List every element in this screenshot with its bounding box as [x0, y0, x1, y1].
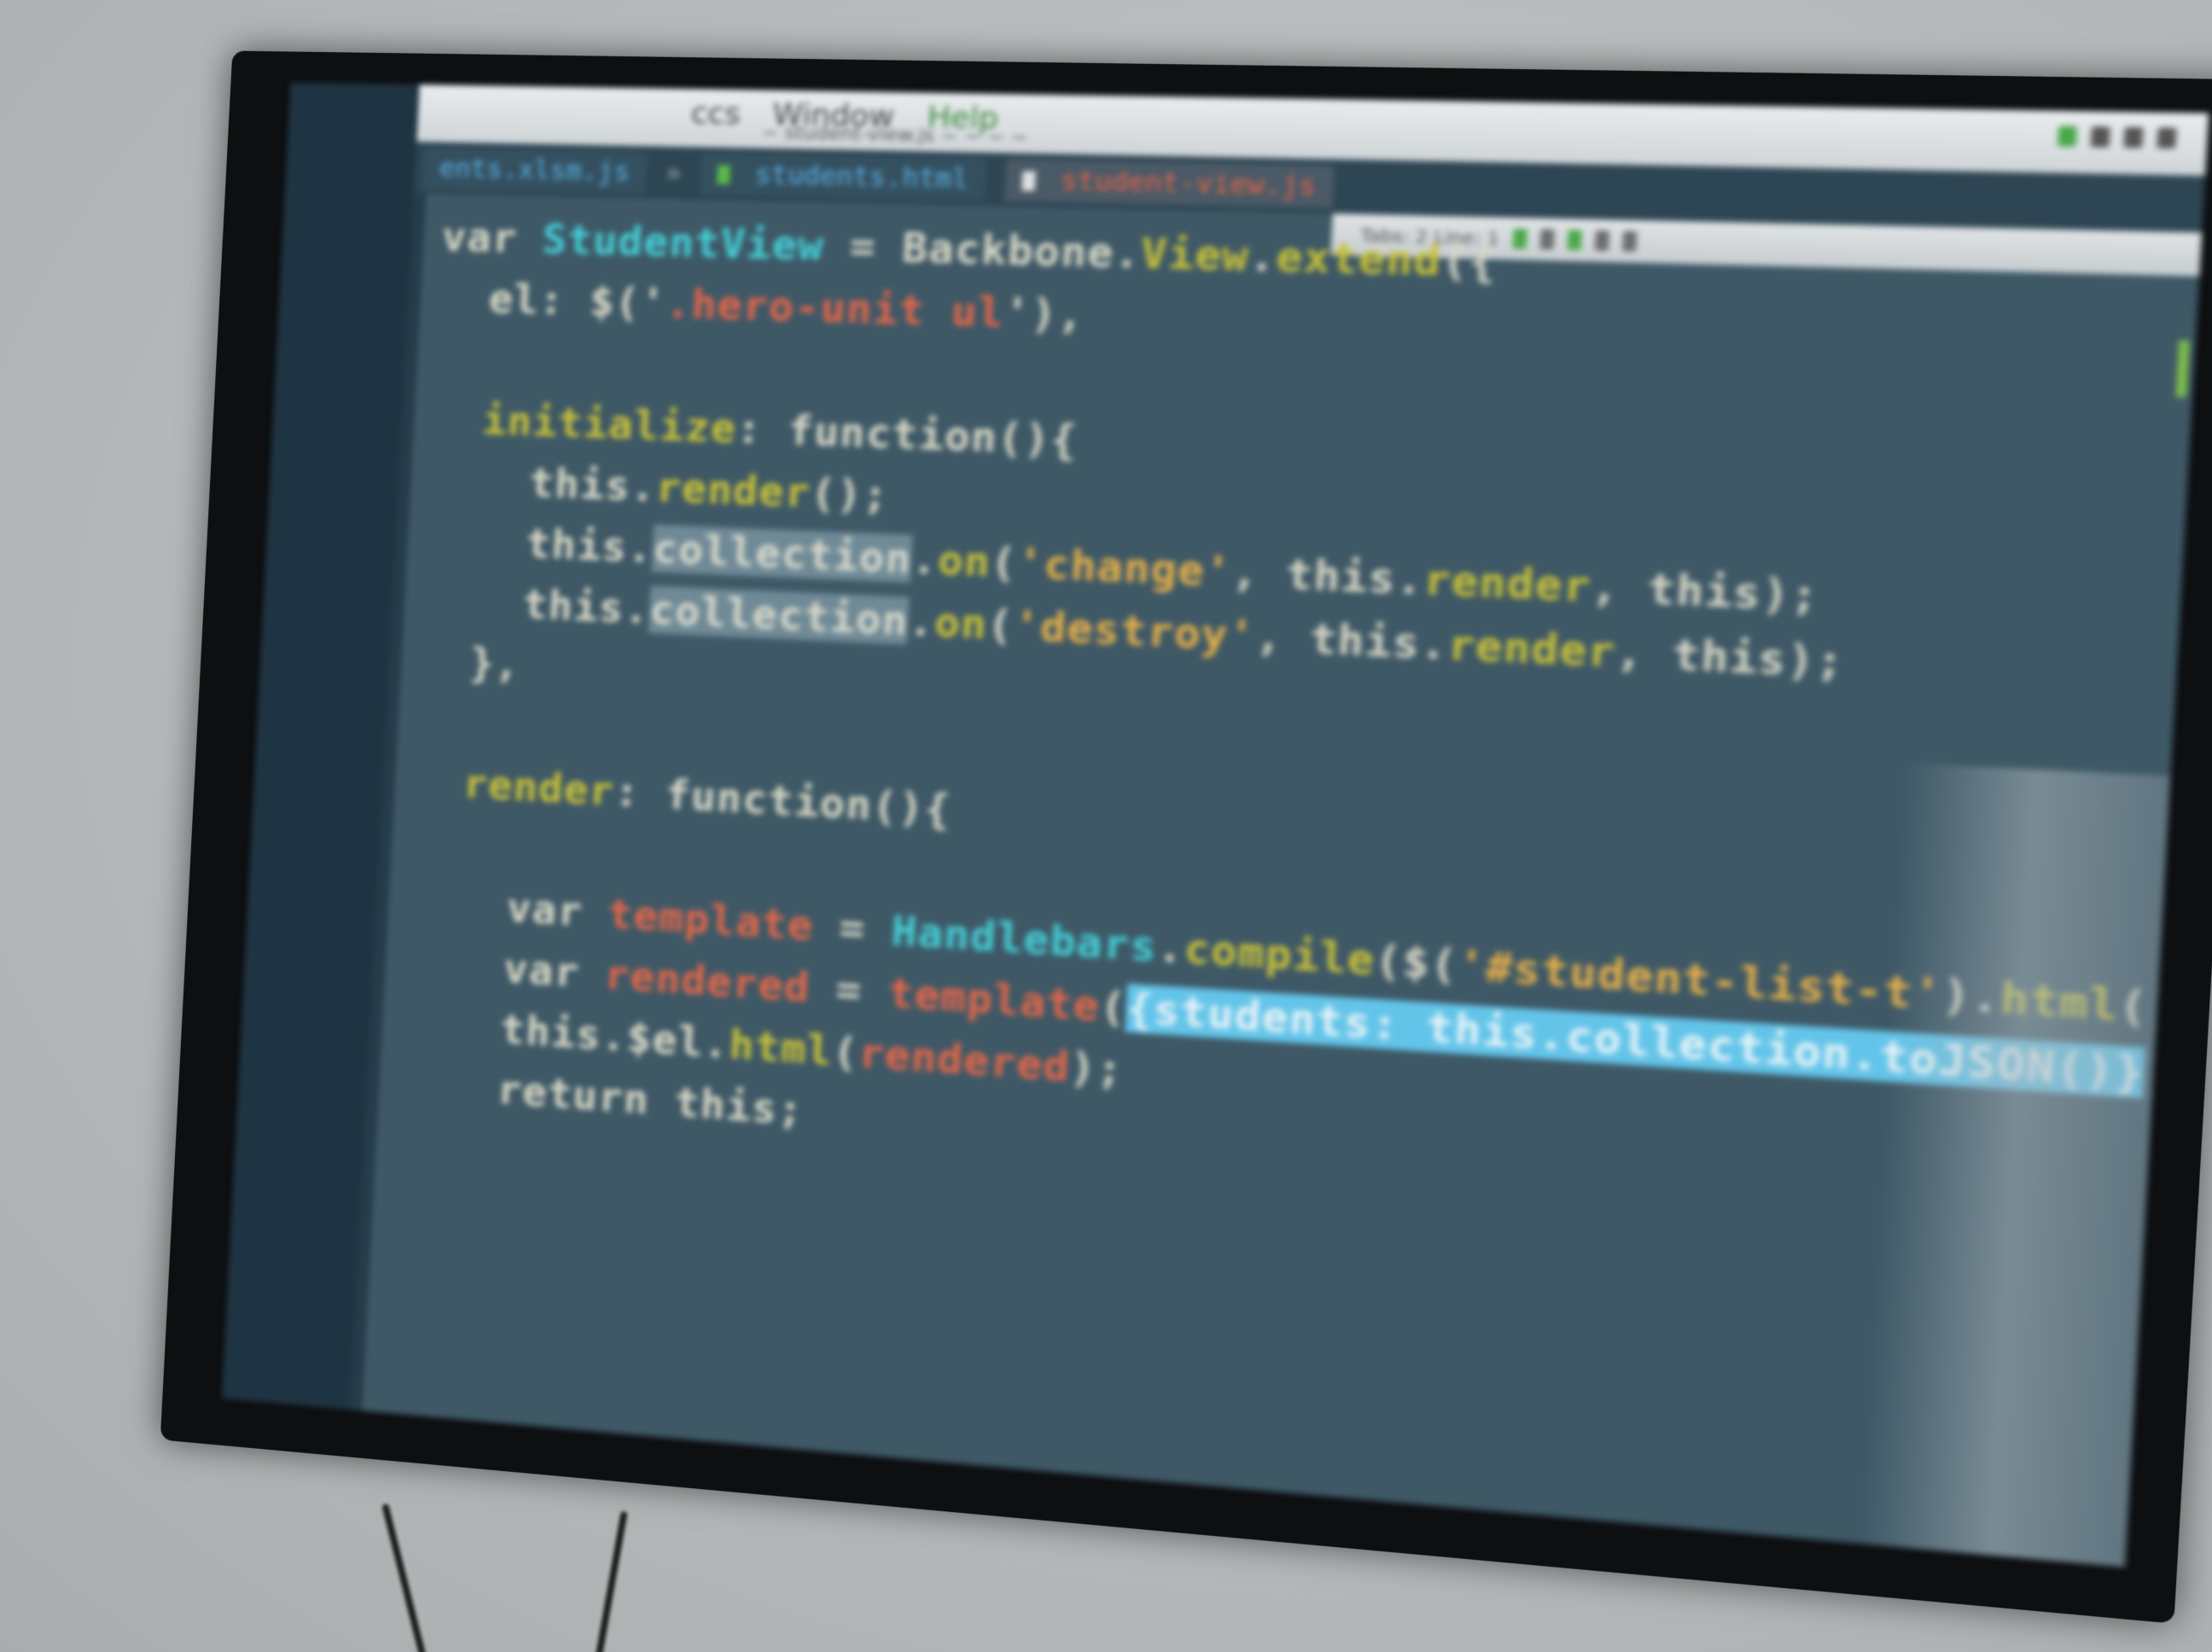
photo-scene: ccs Window Help ~ student-view.js ~ ~ ~ … — [0, 0, 2212, 1652]
tv-cable — [594, 1510, 628, 1652]
code-token: , this); — [1614, 627, 1846, 688]
code-token: html — [728, 1020, 835, 1075]
code-token: : function(){ — [735, 404, 1079, 465]
code-token: this. — [422, 576, 651, 633]
code-token: .hero-unit ul — [664, 279, 1006, 337]
code-token: ( — [831, 1027, 860, 1077]
code-token: collection — [651, 524, 913, 583]
code-token: this. — [428, 455, 658, 511]
code-token: , this. — [1254, 611, 1450, 670]
code-token: ($( — [1373, 935, 1459, 990]
code-token: this. — [424, 515, 655, 573]
code-token: View — [1139, 229, 1251, 281]
tray-icon[interactable] — [2123, 126, 2144, 148]
screen-glare — [1855, 763, 2171, 1568]
code-token: collection — [648, 585, 910, 645]
tab-label: ents.xlsm.js — [439, 153, 631, 188]
code-token: '), — [1003, 288, 1086, 340]
code-token: ( — [1098, 981, 1128, 1032]
code-token: , this); — [1589, 561, 1821, 621]
tab-separator: » — [664, 157, 683, 189]
code-token: , this. — [1230, 547, 1425, 605]
code-token: rendered — [603, 951, 812, 1012]
code-token: render — [411, 757, 616, 816]
code-token: = Backbone. — [822, 222, 1143, 278]
code-token: template — [887, 969, 1102, 1031]
tv-cable — [381, 1503, 428, 1652]
tray-icon[interactable] — [2157, 127, 2177, 149]
code-token: template — [606, 889, 815, 950]
code-token: . — [1248, 231, 1278, 282]
code-token: 'change' — [1016, 538, 1234, 596]
tab-label: students.html — [754, 159, 969, 195]
code-token: ( — [986, 600, 1016, 650]
code-token: render — [1422, 555, 1593, 612]
code-token: = — [808, 963, 890, 1017]
tab-students-html[interactable]: students.html — [700, 153, 987, 201]
code-token: ( — [989, 538, 1019, 588]
code-token: on — [933, 597, 989, 649]
tab-student-view-js[interactable]: student-view.js — [1004, 158, 1335, 208]
code-token: var — [440, 212, 544, 263]
scroll-indicator[interactable] — [2175, 340, 2190, 398]
system-tray — [2057, 125, 2177, 149]
code-token: var — [402, 938, 607, 998]
code-token: . — [910, 534, 940, 585]
code-token: 'destroy' — [1012, 601, 1257, 661]
code-token: . — [906, 596, 936, 646]
menu-item-ccs[interactable]: ccs — [690, 96, 742, 131]
code-token: compile — [1182, 924, 1377, 985]
html-file-icon — [716, 165, 731, 185]
tv-monitor: ccs Window Help ~ student-view.js ~ ~ ~ … — [160, 50, 2212, 1624]
code-token: ); — [1068, 1043, 1125, 1095]
code-token: rendered — [857, 1028, 1072, 1091]
code-token: }, — [418, 636, 521, 689]
tv-screen: ccs Window Help ~ student-view.js ~ ~ ~ … — [221, 82, 2209, 1568]
code-token: render — [1446, 620, 1618, 678]
code-token: extend — [1275, 232, 1443, 286]
tab-label: student-view.js — [1060, 165, 1318, 202]
code-token: on — [936, 536, 992, 586]
code-token: ({ — [1440, 236, 1499, 288]
window-path: ~ student-view.js ~ ~ ~ ~ — [760, 121, 1029, 149]
code-token: : function(){ — [613, 767, 952, 834]
code-token: (); — [809, 468, 891, 520]
code-token: initialize — [431, 394, 738, 452]
code-token: . — [1155, 922, 1185, 973]
js-file-icon — [1021, 171, 1036, 191]
code-token: var — [405, 877, 609, 938]
tray-icon[interactable] — [2057, 125, 2078, 148]
tray-icon[interactable] — [2090, 126, 2110, 148]
code-token: render — [655, 463, 812, 517]
code-token: StudentView — [541, 215, 825, 270]
code-token: Handlebars — [890, 906, 1159, 971]
code-token: el: $(' — [437, 273, 667, 328]
code-token: = — [812, 902, 894, 955]
tab-entries-js[interactable]: ents.xlsm.js — [422, 147, 648, 193]
